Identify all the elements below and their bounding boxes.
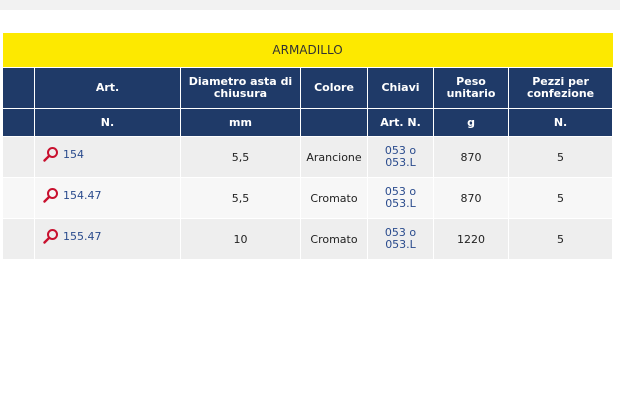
unit-pezzi: N. [507,108,614,137]
header-row-1: Art. Diametro asta di chiusura Colore Ch… [2,67,614,109]
art-cell: 155.47 [34,218,181,260]
header-cell-empty [2,67,35,109]
unit-diametro: mm [180,108,301,137]
peso-cell: 870 [433,136,509,178]
diametro-cell: 5,5 [180,177,301,219]
table-title: ARMADILLO [2,33,613,68]
unit-colore [300,108,368,137]
header-pezzi: Pezzi per confezione [507,67,614,109]
diametro-cell: 5,5 [180,136,301,178]
table-row: 154 5,5 Arancione 053 o 053.L 870 5 [2,136,614,178]
art-link[interactable]: 154 [63,148,84,161]
art-cell: 154 [34,136,181,178]
unit-peso: g [433,108,509,137]
header-row-2: N. mm Art. N. g N. [2,108,614,137]
peso-cell: 1220 [433,218,509,260]
product-table: ARMADILLO Art. Diametro asta di chiusura… [2,33,614,260]
table-row: 154.47 5,5 Cromato 053 o 053.L 870 5 [2,177,614,219]
colore-cell: Arancione [300,136,368,178]
unit-art: N. [34,108,181,137]
art-cell: 154.47 [34,177,181,219]
chiavi-cell[interactable]: 053 o 053.L [367,136,434,178]
diametro-cell: 10 [180,218,301,260]
top-bar [0,0,620,10]
chiavi-cell[interactable]: 053 o 053.L [367,177,434,219]
product-table-wrapper: ARMADILLO Art. Diametro asta di chiusura… [2,33,614,260]
colore-cell: Cromato [300,177,368,219]
art-link[interactable]: 155.47 [63,230,102,243]
unit-cell-empty [2,108,35,137]
table-row: 155.47 10 Cromato 053 o 053.L 1220 5 [2,218,614,260]
magnifier-icon[interactable] [43,187,59,203]
pezzi-cell: 5 [507,218,614,260]
header-diametro: Diametro asta di chiusura [180,67,301,109]
row-spacer [2,218,35,260]
chiavi-line-2[interactable]: 053.L [385,156,416,169]
unit-chiavi: Art. N. [367,108,434,137]
art-link[interactable]: 154.47 [63,189,102,202]
pezzi-cell: 5 [507,177,614,219]
magnifier-icon[interactable] [43,146,59,162]
chiavi-line-2[interactable]: 053.L [385,238,416,251]
chiavi-cell[interactable]: 053 o 053.L [367,218,434,260]
header-colore: Colore [300,67,368,109]
chiavi-line-2[interactable]: 053.L [385,197,416,210]
row-spacer [2,177,35,219]
header-art: Art. [34,67,181,109]
header-peso: Peso unitario [433,67,509,109]
pezzi-cell: 5 [507,136,614,178]
colore-cell: Cromato [300,218,368,260]
row-spacer [2,136,35,178]
header-chiavi: Chiavi [367,67,434,109]
peso-cell: 870 [433,177,509,219]
magnifier-icon[interactable] [43,228,59,244]
